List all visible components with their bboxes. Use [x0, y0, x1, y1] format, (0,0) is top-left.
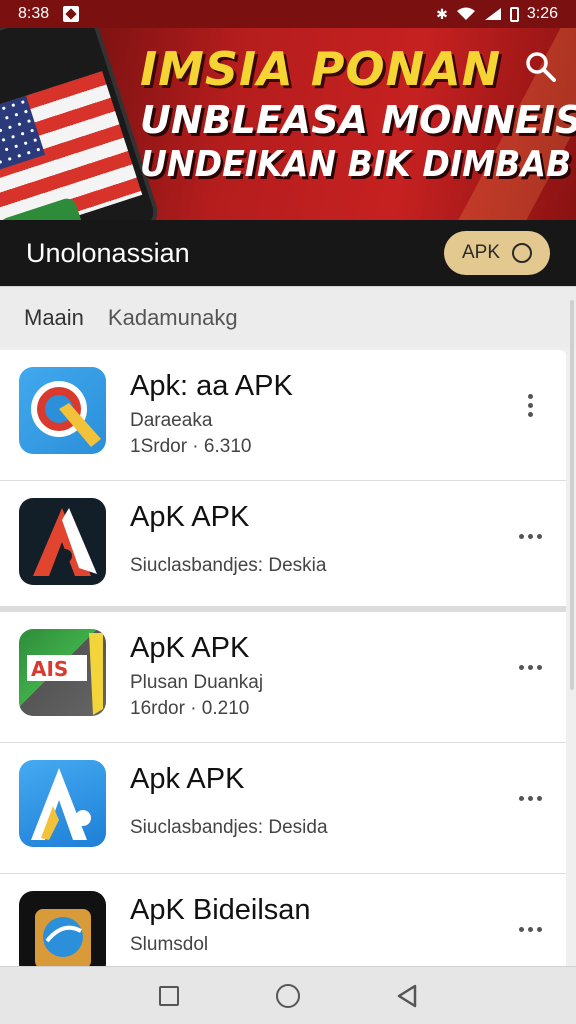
banner-line-2: UNBLEASA MONNEIS: [140, 98, 576, 142]
more-options-button[interactable]: [516, 914, 544, 944]
apk-chip-label: APK: [461, 242, 501, 263]
back-triangle-icon: [397, 984, 416, 1007]
target-marker-icon: [19, 367, 106, 454]
app-meta: 16rdor · 0.210: [130, 698, 250, 719]
app-subtitle: Plusan Duankaj: [130, 672, 264, 693]
tab-category[interactable]: Kadamunakg: [108, 305, 238, 331]
app-title: Apk: aa APK: [130, 370, 293, 402]
tab-bar: Maain Kadamunakg: [0, 286, 576, 348]
square-icon: [159, 985, 180, 1006]
list-item[interactable]: Apk: aa APK Daraeaka 1Srdor · 6.310: [0, 350, 566, 481]
notification-icon: [63, 6, 80, 22]
scrollbar[interactable]: [570, 300, 574, 690]
status-bar: 8:38 ✱ 3:26: [0, 0, 576, 28]
app-title: ApK APK: [130, 632, 250, 664]
app-bar: Unolonassian APK: [0, 220, 576, 286]
banner-headline: IMSIA PONAN UNBLEASA MONNEIS UNDEIKAN BI…: [140, 42, 576, 185]
banner-line-1: IMSIA PONAN: [140, 42, 502, 96]
more-options-button[interactable]: [516, 390, 544, 420]
home-button[interactable]: [270, 978, 306, 1014]
signal-icon: [484, 8, 501, 20]
more-options-button[interactable]: [516, 783, 544, 813]
app-title: ApK Bideilsan: [130, 894, 311, 926]
phone-illustration: [0, 28, 163, 220]
circle-icon: [512, 243, 533, 263]
app-subtitle: Siuclasbandjes: Desida: [130, 817, 328, 838]
list-item[interactable]: Apk APK Siuclasbandjes: Desida: [0, 743, 566, 874]
app-subtitle: Slumsdol: [130, 934, 209, 955]
app-title: Unolonassian: [26, 237, 190, 268]
circle-icon: [275, 983, 300, 1008]
bluetooth-icon: ✱: [436, 5, 448, 22]
tab-main[interactable]: Maain: [24, 305, 84, 331]
search-button[interactable]: [524, 50, 558, 84]
promo-banner[interactable]: IMSIA PONAN UNBLEASA MONNEIS UNDEIKAN BI…: [0, 28, 576, 220]
list-item[interactable]: ApK APK Siuclasbandjes: Deskia: [0, 481, 566, 612]
badge-icon: [19, 891, 106, 978]
flag-canton: [0, 95, 46, 177]
flag-illustration: [0, 71, 143, 220]
svg-text:AIS: AIS: [31, 657, 68, 681]
battery-icon: [509, 6, 519, 22]
app-title: Apk APK: [130, 763, 245, 795]
app-title: ApK APK: [130, 501, 250, 533]
status-clock: 3:26: [526, 5, 558, 22]
back-button[interactable]: [389, 978, 425, 1014]
recents-button[interactable]: [151, 978, 187, 1014]
list-item[interactable]: AIS ApK APK Plusan Duankaj 16rdor · 0.21…: [0, 612, 566, 743]
status-time: 8:38: [18, 5, 50, 22]
navigation-bar: [0, 966, 576, 1024]
more-options-button[interactable]: [516, 521, 544, 551]
more-options-button[interactable]: [516, 652, 544, 682]
app-subtitle: Siuclasbandjes: Deskia: [130, 555, 327, 576]
search-icon: [526, 52, 556, 82]
letter-a-blue-icon: [19, 760, 106, 847]
app-list: Apk: aa APK Daraeaka 1Srdor · 6.310 ApK …: [0, 350, 566, 1005]
ab-sign-icon: AIS: [19, 629, 106, 716]
app-meta: 1Srdor · 6.310: [130, 436, 252, 457]
letter-a-dark-icon: [19, 498, 106, 585]
wifi-icon: [456, 7, 475, 20]
banner-line-3: UNDEIKAN BIK DIMBAB: [140, 144, 572, 185]
apk-chip-button[interactable]: APK: [444, 231, 550, 275]
app-subtitle: Daraeaka: [130, 410, 213, 431]
